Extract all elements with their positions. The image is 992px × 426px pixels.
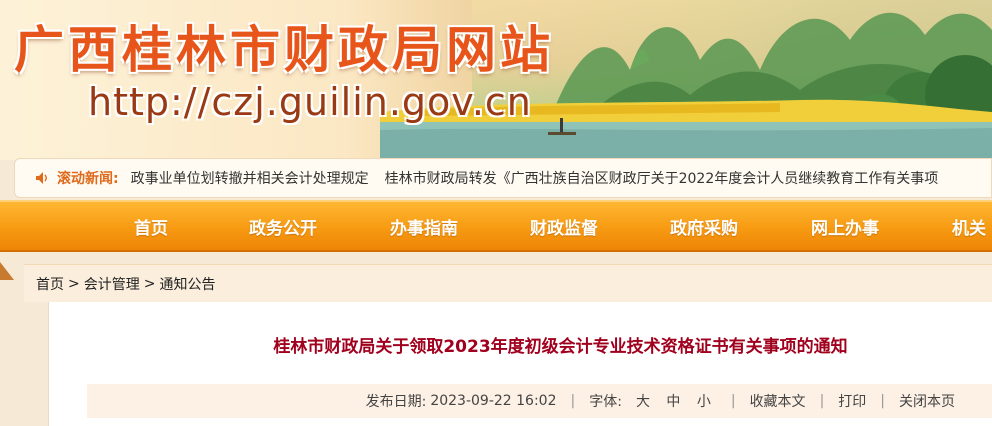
breadcrumb-accounting[interactable]: 会计管理 (84, 274, 140, 294)
font-size-options: 大 中 小 (630, 391, 717, 411)
breadcrumb-notices[interactable]: 通知公告 (159, 274, 215, 294)
breadcrumb-home[interactable]: 首页 (36, 274, 64, 294)
nav-item-organ[interactable]: 机关 (952, 214, 986, 239)
site-banner: 广西桂林市财政局网站 http://czj.guilin.gov.cn (0, 0, 992, 160)
font-size-small[interactable]: 小 (697, 394, 711, 410)
date-value: 2023-09-22 16:02 (430, 393, 557, 409)
breadcrumb-separator: > (143, 275, 156, 292)
print-link[interactable]: 打印 (838, 391, 866, 411)
divider: | (570, 393, 576, 409)
main-nav: 首页 政务公开 办事指南 财政监督 政府采购 网上办事 机关 (0, 200, 992, 252)
breadcrumb: 首页 > 会计管理 > 通知公告 (24, 264, 992, 302)
close-page-link[interactable]: 关闭本页 (899, 391, 955, 411)
breadcrumb-separator: > (68, 275, 80, 292)
news-list: 政事业单位划转撤并相关会计处理规定 桂林市财政局转发《广西壮族自治区财政厅关于2… (131, 168, 955, 188)
article-panel: 桂林市财政局关于领取2023年度初级会计专业技术资格证书有关事项的通知 发布日期… (48, 302, 992, 426)
divider: | (880, 393, 885, 409)
font-size-large[interactable]: 大 (636, 394, 650, 410)
news-label: 滚动新闻: (57, 171, 119, 187)
speaker-icon (35, 171, 49, 185)
favorite-link[interactable]: 收藏本文 (750, 391, 806, 411)
date-label: 发布日期: (365, 394, 427, 410)
nav-item-gov-affairs[interactable]: 政务公开 (249, 214, 317, 239)
news-item[interactable]: 政事业单位划转撤并相关会计处理规定 (131, 168, 369, 188)
nav-item-service-guide[interactable]: 办事指南 (390, 214, 458, 239)
site-url: http://czj.guilin.gov.cn (88, 80, 532, 124)
font-size-medium[interactable]: 中 (666, 394, 680, 410)
news-item[interactable]: 桂林市财政局转发《广西壮族自治区财政厅关于2022年度会计人员继续教育工作有关事… (385, 168, 939, 188)
article-title: 桂林市财政局关于领取2023年度初级会计专业技术资格证书有关事项的通知 (273, 337, 848, 357)
scrolling-news-bar: 滚动新闻: 政事业单位划转撤并相关会计处理规定 桂林市财政局转发《广西壮族自治区… (14, 158, 992, 198)
divider: | (819, 393, 825, 409)
nav-item-procurement[interactable]: 政府采购 (670, 214, 738, 239)
decor-tab (0, 262, 14, 280)
nav-item-online-service[interactable]: 网上办事 (811, 214, 879, 239)
site-title: 广西桂林市财政局网站 (14, 21, 554, 79)
nav-item-finance-supervision[interactable]: 财政监督 (530, 214, 598, 239)
article-meta-bar: 发布日期: 2023-09-22 16:02 | 字体: 大 中 小 | 收藏本… (87, 384, 992, 418)
font-size-label: 字体: (589, 394, 622, 410)
divider: | (730, 393, 736, 409)
nav-item-home[interactable]: 首页 (134, 214, 168, 239)
